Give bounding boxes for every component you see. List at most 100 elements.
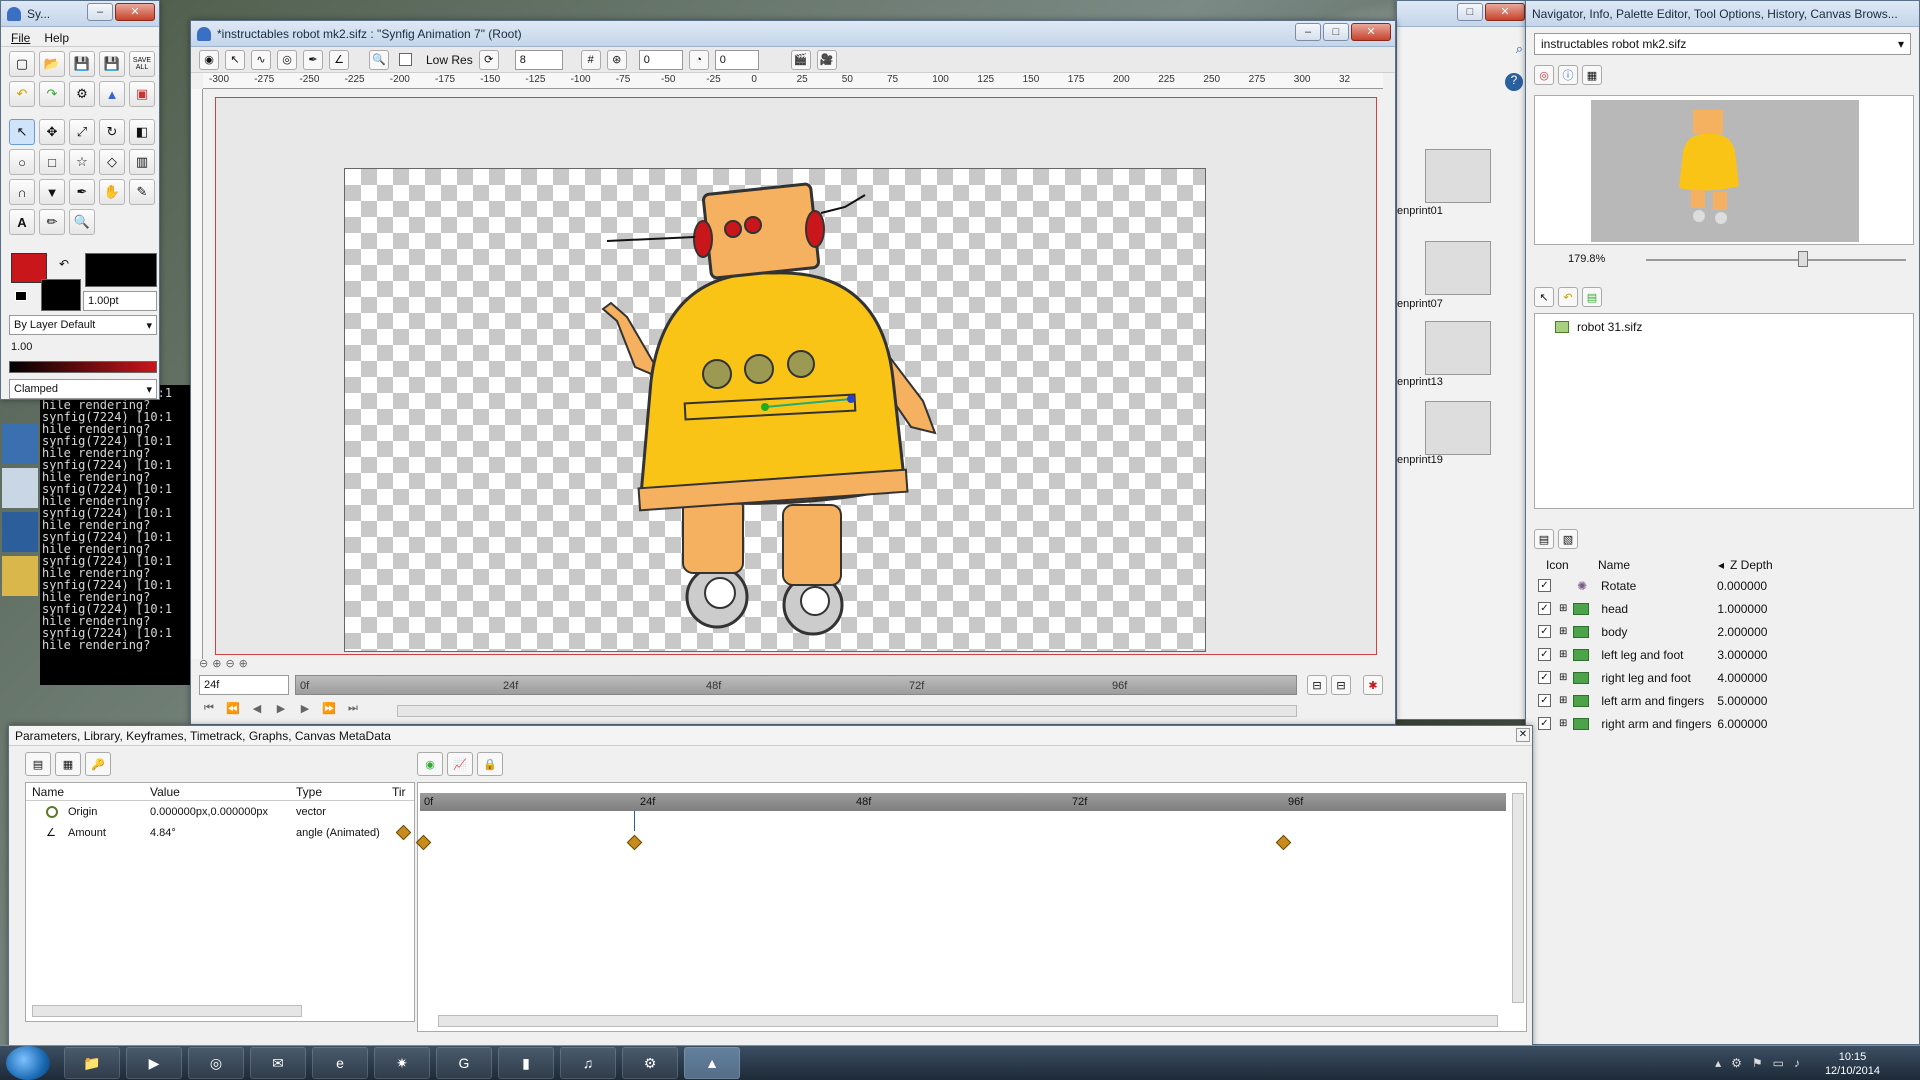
layer-row[interactable]: ✓ ⊞ right arm and fingers 6.000000 xyxy=(1534,712,1914,735)
zoom-field[interactable]: 8 xyxy=(514,49,563,70)
reset-colors-icon[interactable] xyxy=(15,291,27,301)
expand-icon[interactable]: ⊞ xyxy=(1559,626,1567,637)
layer-visibility-checkbox[interactable]: ✓ xyxy=(1538,717,1551,730)
spline-tool-icon[interactable]: ∩ xyxy=(9,179,35,205)
history-tab-icon[interactable]: ↶ xyxy=(1558,287,1578,307)
save-icon[interactable]: 💾 xyxy=(69,51,95,77)
canvas-browser-item[interactable]: robot 31.sifz xyxy=(1535,314,1913,340)
menu-help[interactable]: Help xyxy=(44,31,69,45)
layers-header-zdepth[interactable]: Z Depth xyxy=(1730,558,1773,572)
quality-icon[interactable]: 🔍 xyxy=(369,49,389,70)
gradient-swatch-small[interactable] xyxy=(41,279,81,311)
canvas-file-select[interactable]: instructables robot mk2.sifz ▾ xyxy=(1534,33,1911,55)
param-value[interactable]: 4.84° xyxy=(150,827,296,839)
close-button[interactable]: ✕ xyxy=(1351,23,1391,41)
timetrack-hscrollbar[interactable] xyxy=(438,1015,1498,1027)
render-icon[interactable]: 🎬 xyxy=(790,49,811,70)
right-panel-titlebar[interactable]: Navigator, Info, Palette Editor, Tool Op… xyxy=(1526,1,1919,27)
param-value[interactable]: 0.000000px,0.000000px xyxy=(150,806,296,818)
ducks-tangent-icon[interactable]: ∿ xyxy=(251,49,271,70)
params-header-type[interactable]: Type xyxy=(296,785,392,800)
maximize-button[interactable]: □ xyxy=(1323,23,1349,41)
mail-icon[interactable]: ✉ xyxy=(250,1047,306,1079)
sets-tab-icon[interactable]: ▧ xyxy=(1558,529,1578,549)
param-keyframe-marker[interactable] xyxy=(395,824,412,841)
params-scrollbar[interactable] xyxy=(32,1005,302,1017)
save-all-button[interactable]: SAVE ALL xyxy=(129,51,155,77)
gradient-tool-icon[interactable]: ▥ xyxy=(129,149,155,175)
media-player-icon[interactable]: ▶ xyxy=(126,1047,182,1079)
animation-mode-icon[interactable]: ✱ xyxy=(1363,675,1383,695)
layer-row[interactable]: ✓ ✺ Rotate 0.000000 xyxy=(1534,574,1914,597)
layer-row[interactable]: ✓ ⊞ left arm and fingers 5.000000 xyxy=(1534,689,1914,712)
zoom-reset-icon[interactable]: ⊕ xyxy=(239,657,248,670)
save-as-icon[interactable]: 💾 xyxy=(99,51,125,77)
time-slider[interactable]: 0f 24f 48f 72f 96f xyxy=(295,675,1297,695)
low-res-checkbox[interactable] xyxy=(399,53,412,66)
layer-visibility-checkbox[interactable]: ✓ xyxy=(1538,625,1551,638)
thumbnail[interactable] xyxy=(1425,321,1491,375)
params-header-time[interactable]: Tir xyxy=(392,785,406,800)
navigator-zoom-thumb[interactable] xyxy=(1798,251,1808,267)
desktop-icon[interactable] xyxy=(2,512,38,552)
ducks-width-icon[interactable]: ✒ xyxy=(303,49,323,70)
layer-visibility-checkbox[interactable]: ✓ xyxy=(1538,671,1551,684)
minimize-button[interactable]: – xyxy=(1295,23,1321,41)
graphs-tab-icon[interactable]: 📈 xyxy=(447,752,473,776)
future-onion-field[interactable]: 0 xyxy=(714,49,759,70)
help-icon[interactable]: ? xyxy=(1505,73,1523,91)
ducks-angle-icon[interactable]: ∠ xyxy=(329,49,349,70)
app-g-icon[interactable]: G xyxy=(436,1047,492,1079)
expand-icon[interactable]: ⊞ xyxy=(1559,603,1567,614)
star-tool-icon[interactable]: ☆ xyxy=(69,149,95,175)
setup-icon[interactable]: ⚙ xyxy=(69,81,95,107)
rectangle-tool-icon[interactable]: □ xyxy=(39,149,65,175)
thumbnail[interactable] xyxy=(1425,401,1491,455)
transform-tool-icon[interactable]: ↖ xyxy=(9,119,35,145)
terminal-taskbar-icon[interactable]: ▮ xyxy=(498,1047,554,1079)
swap-colors-icon[interactable]: ↶ xyxy=(59,257,69,271)
rotate-tool-icon[interactable]: ↻ xyxy=(99,119,125,145)
redo-icon[interactable]: ↷ xyxy=(39,81,65,107)
render-icon[interactable]: ▲ xyxy=(99,81,125,107)
synfig-taskbar-icon[interactable]: ▲ xyxy=(684,1047,740,1079)
refresh-icon[interactable]: ⟳ xyxy=(478,49,499,70)
clock[interactable]: 10:15 12/10/2014 xyxy=(1825,1050,1880,1078)
palette-tab-icon[interactable]: ▦ xyxy=(1582,65,1602,85)
steam-icon[interactable]: ⚙ xyxy=(622,1047,678,1079)
layer-visibility-checkbox[interactable]: ✓ xyxy=(1538,694,1551,707)
next-keyframe-icon[interactable]: ⏩ xyxy=(319,702,339,720)
keyframes-tab-icon[interactable]: 🔑 xyxy=(85,752,111,776)
chrome-icon[interactable]: ◎ xyxy=(188,1047,244,1079)
maximize-button[interactable]: □ xyxy=(1457,3,1483,21)
current-frame-field[interactable]: 24f xyxy=(199,675,289,695)
preview-icon[interactable]: 🎥 xyxy=(816,49,837,70)
horizontal-scrollbar[interactable] xyxy=(397,705,1297,717)
layers-tab-icon[interactable]: ▤ xyxy=(1534,529,1554,549)
param-row[interactable]: ∠ Amount 4.84° angle (Animated) xyxy=(26,822,414,843)
waypoint-0f[interactable] xyxy=(415,834,432,851)
prev-keyframe-icon[interactable]: ⏪ xyxy=(223,702,243,720)
timetrack-tab-icon[interactable]: ◉ xyxy=(417,752,443,776)
library-tab-icon[interactable]: ▦ xyxy=(55,752,81,776)
navigator-zoom-slider[interactable] xyxy=(1646,259,1906,261)
zoom-in-icon[interactable]: ⊕ xyxy=(212,657,221,670)
layer-row[interactable]: ✓ ⊞ head 1.000000 xyxy=(1534,597,1914,620)
menu-file[interactable]: File xyxy=(11,31,30,45)
params-header-value[interactable]: Value xyxy=(150,785,296,800)
text-tool-icon[interactable]: A xyxy=(9,209,35,235)
undo-icon[interactable]: ↶ xyxy=(9,81,35,107)
timetrack-scale[interactable]: 0f 24f 48f 72f 96f xyxy=(420,793,1506,811)
polygon-tool-icon[interactable]: ◇ xyxy=(99,149,125,175)
layers-header-name[interactable]: Name xyxy=(1598,558,1718,572)
thumbnail[interactable] xyxy=(1425,241,1491,295)
mirror-tool-icon[interactable]: ◧ xyxy=(129,119,155,145)
interpolation-select[interactable]: Clamped ▾ xyxy=(9,379,157,399)
blend-method-select[interactable]: By Layer Default ▾ xyxy=(9,315,157,335)
gradient-bar[interactable] xyxy=(9,361,157,373)
timetrack-vscrollbar[interactable] xyxy=(1512,793,1524,1003)
show-guides-icon[interactable]: ◉ xyxy=(199,49,219,70)
new-file-icon[interactable]: ▢ xyxy=(9,51,35,77)
tray-flag-icon[interactable]: ⚑ xyxy=(1752,1056,1763,1070)
grid-icon[interactable]: # xyxy=(580,49,601,70)
